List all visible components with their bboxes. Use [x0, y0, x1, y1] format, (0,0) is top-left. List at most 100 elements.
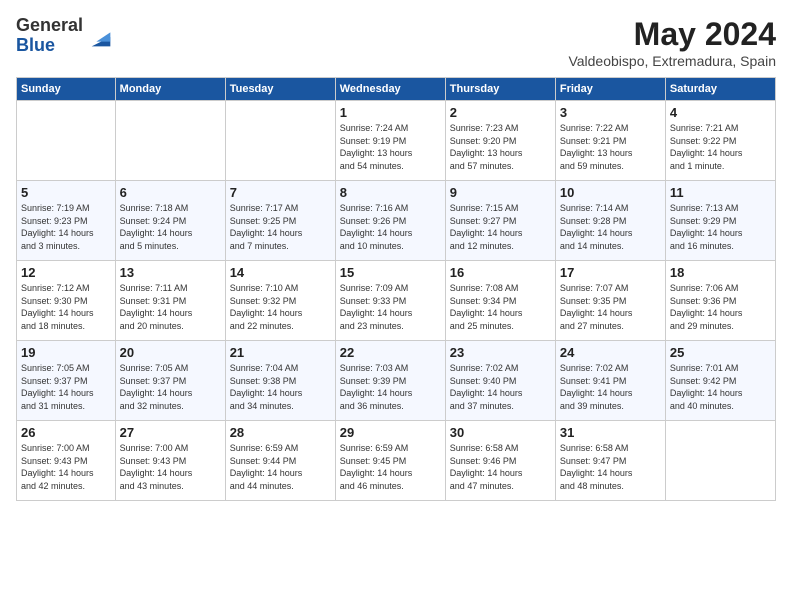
day-number: 9: [450, 185, 551, 200]
calendar-cell: [115, 101, 225, 181]
calendar-cell: 15 Sunrise: 7:09 AM Sunset: 9:33 PM Dayli…: [335, 261, 445, 341]
title-block: May 2024 Valdeobispo, Extremadura, Spain: [568, 16, 776, 69]
day-info: Sunrise: 7:05 AM Sunset: 9:37 PM Dayligh…: [21, 362, 111, 412]
calendar-cell: 21 Sunrise: 7:04 AM Sunset: 9:38 PM Dayli…: [225, 341, 335, 421]
calendar-cell: 6 Sunrise: 7:18 AM Sunset: 9:24 PM Daylig…: [115, 181, 225, 261]
calendar-cell: 14 Sunrise: 7:10 AM Sunset: 9:32 PM Dayli…: [225, 261, 335, 341]
day-info: Sunrise: 7:09 AM Sunset: 9:33 PM Dayligh…: [340, 282, 441, 332]
calendar-cell: 8 Sunrise: 7:16 AM Sunset: 9:26 PM Daylig…: [335, 181, 445, 261]
day-number: 21: [230, 345, 331, 360]
header-monday: Monday: [115, 78, 225, 101]
calendar-cell: 24Sunrise: 7:02 AM Sunset: 9:41 PM Dayli…: [555, 341, 665, 421]
calendar-cell: [17, 101, 116, 181]
calendar-cell: 4Sunrise: 7:21 AM Sunset: 9:22 PM Daylig…: [665, 101, 775, 181]
day-info: Sunrise: 7:03 AM Sunset: 9:39 PM Dayligh…: [340, 362, 441, 412]
day-info: Sunrise: 7:08 AM Sunset: 9:34 PM Dayligh…: [450, 282, 551, 332]
calendar-cell: 10 Sunrise: 7:14 AM Sunset: 9:28 PM Dayli…: [555, 181, 665, 261]
day-info: Sunrise: 7:00 AM Sunset: 9:43 PM Dayligh…: [120, 442, 221, 492]
location: Valdeobispo, Extremadura, Spain: [568, 53, 776, 69]
header-saturday: Saturday: [665, 78, 775, 101]
calendar-cell: 17 Sunrise: 7:07 AM Sunset: 9:35 PM Dayli…: [555, 261, 665, 341]
logo-text: General Blue: [16, 16, 83, 56]
day-number: 29: [340, 425, 441, 440]
week-row-3: 12 Sunrise: 7:12 AM Sunset: 9:30 PM Dayli…: [17, 261, 776, 341]
header-friday: Friday: [555, 78, 665, 101]
week-row-4: 19 Sunrise: 7:05 AM Sunset: 9:37 PM Dayli…: [17, 341, 776, 421]
calendar-cell: 28Sunrise: 6:59 AM Sunset: 9:44 PM Dayli…: [225, 421, 335, 501]
calendar-cell: 19 Sunrise: 7:05 AM Sunset: 9:37 PM Dayli…: [17, 341, 116, 421]
calendar-cell: [225, 101, 335, 181]
day-info: Sunrise: 7:05 AM Sunset: 9:37 PM Dayligh…: [120, 362, 221, 412]
day-number: 15: [340, 265, 441, 280]
calendar-cell: 5 Sunrise: 7:19 AM Sunset: 9:23 PM Daylig…: [17, 181, 116, 261]
day-number: 10: [560, 185, 661, 200]
day-info: Sunrise: 7:11 AM Sunset: 9:31 PM Dayligh…: [120, 282, 221, 332]
calendar-cell: 27Sunrise: 7:00 AM Sunset: 9:43 PM Dayli…: [115, 421, 225, 501]
day-info: Sunrise: 6:59 AM Sunset: 9:45 PM Dayligh…: [340, 442, 441, 492]
day-info: Sunrise: 7:24 AM Sunset: 9:19 PM Dayligh…: [340, 122, 441, 172]
page-header: General Blue May 2024 Valdeobispo, Extre…: [16, 16, 776, 69]
day-number: 12: [21, 265, 111, 280]
day-number: 5: [21, 185, 111, 200]
calendar-cell: 26 Sunrise: 7:00 AM Sunset: 9:43 PM Dayli…: [17, 421, 116, 501]
day-info: Sunrise: 6:58 AM Sunset: 9:46 PM Dayligh…: [450, 442, 551, 492]
calendar-cell: 7 Sunrise: 7:17 AM Sunset: 9:25 PM Daylig…: [225, 181, 335, 261]
day-info: Sunrise: 7:18 AM Sunset: 9:24 PM Dayligh…: [120, 202, 221, 252]
day-info: Sunrise: 6:58 AM Sunset: 9:47 PM Dayligh…: [560, 442, 661, 492]
day-info: Sunrise: 7:16 AM Sunset: 9:26 PM Dayligh…: [340, 202, 441, 252]
day-number: 3: [560, 105, 661, 120]
month-title: May 2024: [568, 16, 776, 53]
day-info: Sunrise: 7:22 AM Sunset: 9:21 PM Dayligh…: [560, 122, 661, 172]
header-thursday: Thursday: [445, 78, 555, 101]
day-info: Sunrise: 7:02 AM Sunset: 9:40 PM Dayligh…: [450, 362, 551, 412]
day-info: Sunrise: 7:14 AM Sunset: 9:28 PM Dayligh…: [560, 202, 661, 252]
day-info: Sunrise: 7:15 AM Sunset: 9:27 PM Dayligh…: [450, 202, 551, 252]
logo: General Blue: [16, 16, 115, 56]
calendar-cell: 18Sunrise: 7:06 AM Sunset: 9:36 PM Dayli…: [665, 261, 775, 341]
day-number: 14: [230, 265, 331, 280]
week-row-5: 26 Sunrise: 7:00 AM Sunset: 9:43 PM Dayli…: [17, 421, 776, 501]
calendar-cell: 1 Sunrise: 7:24 AM Sunset: 9:19 PM Daylig…: [335, 101, 445, 181]
day-number: 20: [120, 345, 221, 360]
calendar-cell: 12 Sunrise: 7:12 AM Sunset: 9:30 PM Dayli…: [17, 261, 116, 341]
calendar-cell: 31 Sunrise: 6:58 AM Sunset: 9:47 PM Dayli…: [555, 421, 665, 501]
day-number: 19: [21, 345, 111, 360]
day-info: Sunrise: 7:19 AM Sunset: 9:23 PM Dayligh…: [21, 202, 111, 252]
day-info: Sunrise: 7:12 AM Sunset: 9:30 PM Dayligh…: [21, 282, 111, 332]
day-number: 17: [560, 265, 661, 280]
header-tuesday: Tuesday: [225, 78, 335, 101]
day-number: 16: [450, 265, 551, 280]
day-number: 8: [340, 185, 441, 200]
day-number: 13: [120, 265, 221, 280]
calendar-table: SundayMondayTuesdayWednesdayThursdayFrid…: [16, 77, 776, 501]
calendar-cell: 23Sunrise: 7:02 AM Sunset: 9:40 PM Dayli…: [445, 341, 555, 421]
day-number: 7: [230, 185, 331, 200]
calendar-cell: 30Sunrise: 6:58 AM Sunset: 9:46 PM Dayli…: [445, 421, 555, 501]
day-number: 24: [560, 345, 661, 360]
day-number: 25: [670, 345, 771, 360]
day-number: 1: [340, 105, 441, 120]
logo-general: General: [16, 16, 83, 36]
day-number: 4: [670, 105, 771, 120]
day-info: Sunrise: 7:10 AM Sunset: 9:32 PM Dayligh…: [230, 282, 331, 332]
day-number: 31: [560, 425, 661, 440]
day-number: 2: [450, 105, 551, 120]
day-info: Sunrise: 7:23 AM Sunset: 9:20 PM Dayligh…: [450, 122, 551, 172]
logo-icon: [87, 23, 115, 51]
day-info: Sunrise: 7:01 AM Sunset: 9:42 PM Dayligh…: [670, 362, 771, 412]
day-number: 11: [670, 185, 771, 200]
day-number: 6: [120, 185, 221, 200]
day-info: Sunrise: 7:07 AM Sunset: 9:35 PM Dayligh…: [560, 282, 661, 332]
day-info: Sunrise: 7:17 AM Sunset: 9:25 PM Dayligh…: [230, 202, 331, 252]
day-info: Sunrise: 7:04 AM Sunset: 9:38 PM Dayligh…: [230, 362, 331, 412]
day-info: Sunrise: 6:59 AM Sunset: 9:44 PM Dayligh…: [230, 442, 331, 492]
day-info: Sunrise: 7:06 AM Sunset: 9:36 PM Dayligh…: [670, 282, 771, 332]
day-info: Sunrise: 7:00 AM Sunset: 9:43 PM Dayligh…: [21, 442, 111, 492]
day-number: 26: [21, 425, 111, 440]
header-sunday: Sunday: [17, 78, 116, 101]
header-wednesday: Wednesday: [335, 78, 445, 101]
logo-blue: Blue: [16, 36, 83, 56]
calendar-cell: 3 Sunrise: 7:22 AM Sunset: 9:21 PM Daylig…: [555, 101, 665, 181]
calendar-cell: 9 Sunrise: 7:15 AM Sunset: 9:27 PM Daylig…: [445, 181, 555, 261]
calendar-cell: 13 Sunrise: 7:11 AM Sunset: 9:31 PM Dayli…: [115, 261, 225, 341]
